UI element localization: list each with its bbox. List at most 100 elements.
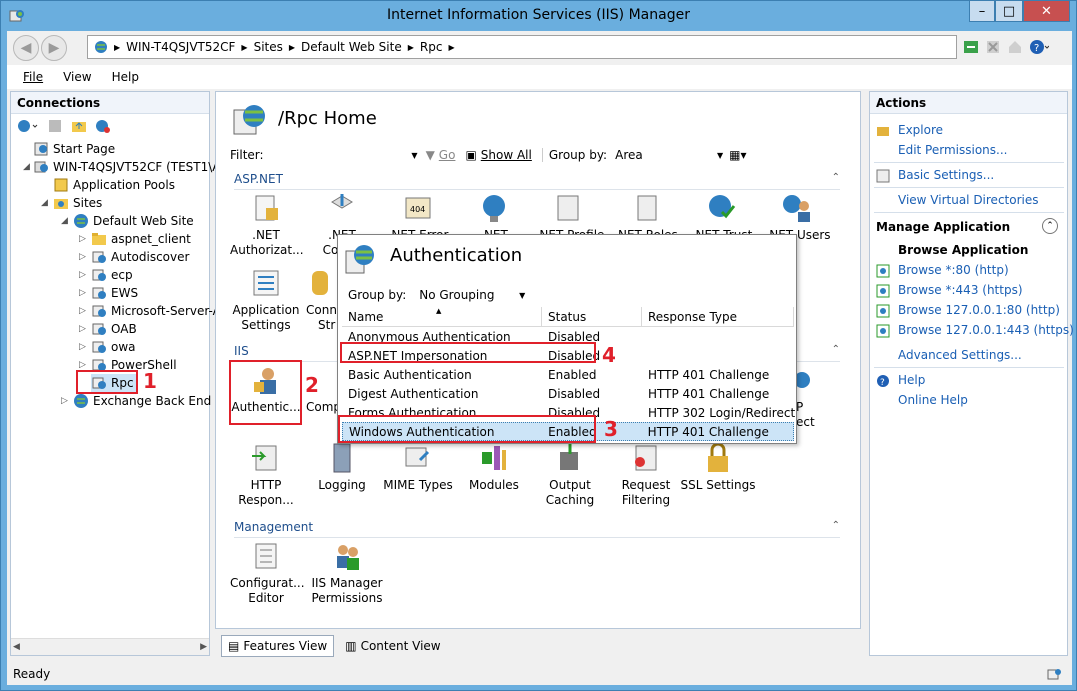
breadcrumb-default-web-site[interactable]: Default Web Site	[301, 40, 402, 54]
breadcrumb-sites[interactable]: Sites	[254, 40, 283, 54]
maximize-button[interactable]: □	[995, 1, 1023, 22]
expand-arrow-icon[interactable]: ▷	[79, 270, 86, 280]
minimize-button[interactable]: –	[969, 1, 995, 22]
popup-group-by-select[interactable]: No Grouping ▼	[414, 286, 531, 304]
feature-connection-strings[interactable]: Conn Str	[306, 267, 336, 333]
address-breadcrumb[interactable]: ▶ WIN-T4QSJVT52CF ▶ Sites ▶ Default Web …	[87, 35, 957, 59]
menu-file[interactable]: File	[23, 70, 43, 84]
tree-microsoft-server-a[interactable]: Microsoft-Server-A	[91, 302, 221, 320]
action-browse-443[interactable]: Browse *:443 (https)	[898, 283, 1023, 297]
collapse-section-icon[interactable]: ⌃	[1042, 218, 1058, 234]
go-button[interactable]: Go	[439, 148, 456, 162]
back-button[interactable]: ◀	[13, 35, 39, 61]
feature-mime-types[interactable]: MIME Types	[382, 442, 454, 493]
tree-autodiscover[interactable]: Autodiscover	[91, 248, 189, 266]
home-icon[interactable]	[1007, 39, 1023, 55]
tree-sites[interactable]: Sites	[53, 194, 102, 212]
expand-arrow-icon[interactable]: ▷	[79, 234, 86, 244]
toolbar-icons: ?	[957, 35, 1069, 59]
action-help[interactable]: Help	[898, 373, 925, 387]
forward-button[interactable]: ▶	[41, 35, 67, 61]
collapse-arrow-icon[interactable]: ◢	[61, 216, 68, 226]
tree-aspnet-client[interactable]: aspnet_client	[91, 230, 191, 248]
expand-arrow-icon[interactable]: ▷	[79, 342, 86, 352]
action-browse-localhost-80[interactable]: Browse 127.0.0.1:80 (http)	[898, 303, 1060, 317]
menu-view[interactable]: View	[63, 70, 91, 84]
tree-ews[interactable]: EWS	[91, 284, 138, 302]
column-status[interactable]: Status	[542, 307, 642, 326]
column-name[interactable]: Name ▲	[342, 307, 542, 326]
feature-output-caching[interactable]: Output Caching	[534, 442, 606, 508]
scroll-right-icon[interactable]: ▶	[200, 642, 207, 652]
feature-configuration-editor[interactable]: Configurat... Editor	[230, 540, 305, 606]
feature-http-response-headers[interactable]: HTTP Respon...	[230, 442, 302, 508]
feature-request-filtering[interactable]: Request Filtering	[610, 442, 682, 508]
menu-help[interactable]: Help	[112, 70, 139, 84]
expand-arrow-icon[interactable]: ▷	[79, 324, 86, 334]
action-view-virtual-directories[interactable]: View Virtual Directories	[898, 193, 1039, 207]
start-page-icon	[34, 142, 48, 156]
group-management[interactable]: Management ⌃	[234, 520, 840, 538]
collapse-group-icon[interactable]: ⌃	[832, 344, 840, 355]
tree-oab[interactable]: OAB	[91, 320, 137, 338]
action-explore[interactable]: Explore	[898, 123, 943, 137]
table-row[interactable]: Basic Authentication Enabled HTTP 401 Chal…	[342, 365, 794, 384]
breadcrumb-server[interactable]: WIN-T4QSJVT52CF	[126, 40, 235, 54]
action-basic-settings[interactable]: Basic Settings...	[898, 168, 994, 182]
column-response-type[interactable]: Response Type	[642, 307, 794, 326]
rpc-home-icon	[233, 105, 265, 135]
stop-icon[interactable]	[985, 39, 1001, 55]
action-online-help[interactable]: Online Help	[898, 393, 968, 407]
feature-logging[interactable]: Logging	[306, 442, 378, 493]
scroll-left-icon[interactable]: ◀	[13, 642, 20, 652]
save-icon[interactable]	[47, 118, 63, 134]
show-all-button[interactable]: Show All	[481, 148, 532, 162]
action-browse-80[interactable]: Browse *:80 (http)	[898, 263, 1009, 277]
tab-content-view[interactable]: ▥ Content View	[338, 635, 447, 657]
feature-ssl-settings[interactable]: SSL Settings	[678, 442, 758, 493]
disconnect-icon[interactable]	[95, 118, 111, 134]
collapse-group-icon[interactable]: ⌃	[832, 172, 840, 183]
expand-arrow-icon[interactable]: ▷	[79, 288, 86, 298]
feature-application-settings[interactable]: Application Settings	[230, 267, 302, 333]
group-aspnet[interactable]: ASP.NET ⌃	[234, 172, 840, 190]
menu-bar: File View Help	[7, 65, 1072, 89]
feature-net-authorization[interactable]: .NET Authorizat...	[230, 192, 304, 258]
tree-application-pools[interactable]: Application Pools	[53, 176, 175, 194]
collapse-arrow-icon[interactable]: ◢	[23, 162, 30, 172]
title-bar: Internet Information Services (IIS) Mana…	[1, 1, 1076, 31]
tree-ecp[interactable]: ecp	[91, 266, 133, 284]
view-mode-icon[interactable]: ▦▾	[729, 148, 746, 162]
content-view-icon: ▥	[345, 639, 357, 653]
close-button[interactable]: ✕	[1023, 1, 1070, 22]
connect-icon[interactable]	[17, 118, 39, 134]
expand-arrow-icon[interactable]: ▷	[79, 360, 86, 370]
help-dropdown-icon[interactable]: ?	[1029, 39, 1049, 55]
feature-http-redirect[interactable]: Pect	[794, 364, 818, 430]
action-advanced-settings[interactable]: Advanced Settings...	[898, 348, 1022, 362]
feature-modules[interactable]: Modules	[458, 442, 530, 493]
breadcrumb-rpc[interactable]: Rpc	[420, 40, 443, 54]
filter-dropdown-icon[interactable]: ▼	[411, 151, 417, 160]
tree-owa[interactable]: owa	[91, 338, 136, 356]
refresh-icon[interactable]	[963, 39, 979, 55]
feature-iis-manager-permissions[interactable]: IIS Manager Permissions	[306, 540, 388, 606]
up-folder-icon[interactable]	[71, 118, 87, 134]
table-row[interactable]: Digest Authentication Disabled HTTP 401 Ch…	[342, 384, 794, 403]
expand-arrow-icon[interactable]: ▷	[79, 306, 86, 316]
collapse-arrow-icon[interactable]: ◢	[41, 198, 48, 208]
tab-features-view[interactable]: ▤ Features View	[221, 635, 335, 657]
action-edit-permissions[interactable]: Edit Permissions...	[898, 143, 1007, 157]
expand-arrow-icon[interactable]: ▷	[61, 396, 68, 406]
tree-server[interactable]: WIN-T4QSJVT52CF (TEST1\Ad	[33, 158, 228, 176]
tree-default-web-site[interactable]: Default Web Site	[73, 212, 194, 230]
tree-start-page[interactable]: Start Page	[33, 140, 115, 158]
group-by-select[interactable]: Area ▼	[615, 148, 723, 162]
filter-input[interactable]: ▼	[268, 146, 417, 164]
expand-arrow-icon[interactable]: ▷	[79, 252, 86, 262]
connections-horizontal-scrollbar[interactable]: ◀ ▶	[11, 638, 209, 655]
collapse-group-icon[interactable]: ⌃	[832, 520, 840, 531]
server-icon	[34, 161, 48, 173]
tree-exchange-back-end[interactable]: Exchange Back End	[73, 392, 211, 410]
action-browse-localhost-443[interactable]: Browse 127.0.0.1:443 (https)	[898, 323, 1074, 337]
